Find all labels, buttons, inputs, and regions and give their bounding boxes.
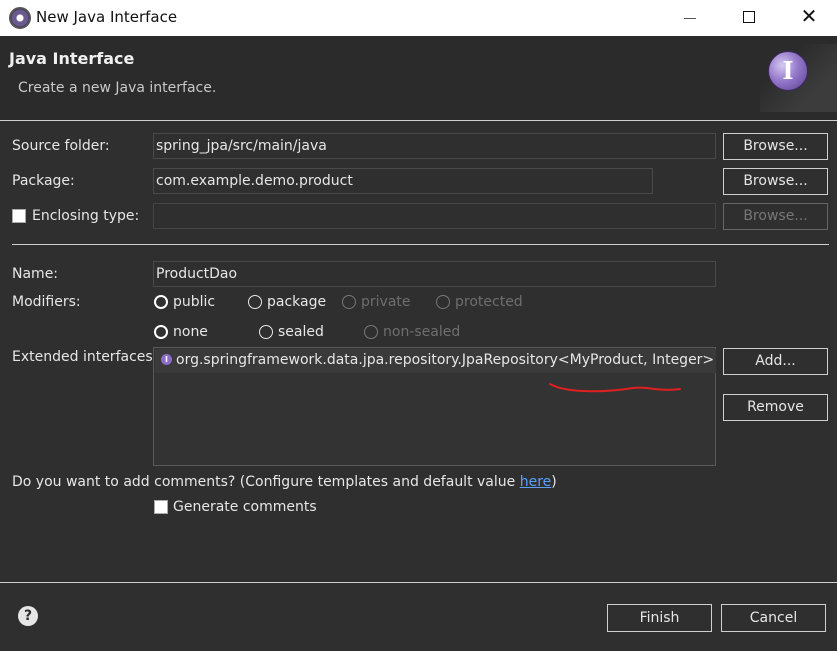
modifier-private-radio[interactable]	[342, 295, 356, 309]
comments-question-suffix: )	[551, 474, 557, 490]
window-titlebar: New Java Interface ✕	[0, 0, 837, 36]
interface-qualified-name: org.springframework.data.jpa.repository.…	[176, 352, 558, 368]
modifier-protected-label: protected	[455, 294, 523, 310]
generate-comments-checkbox[interactable]	[154, 500, 168, 514]
finish-label: Finish	[639, 610, 680, 626]
cancel-label: Cancel	[749, 610, 798, 626]
sealing-none-radio[interactable]	[154, 325, 168, 339]
add-interface-button[interactable]: Add...	[723, 348, 828, 375]
source-folder-browse-button[interactable]: Browse...	[723, 133, 828, 160]
modifier-public-radio[interactable]	[154, 295, 168, 309]
comments-question: Do you want to add comments? (Configure …	[12, 474, 557, 490]
extended-interface-text: org.springframework.data.jpa.repository.…	[176, 352, 714, 368]
list-item[interactable]: I org.springframework.data.jpa.repositor…	[155, 349, 716, 373]
sealing-non-sealed-radio[interactable]	[364, 325, 378, 339]
close-button[interactable]: ✕	[792, 4, 826, 28]
modifier-private-label: private	[361, 294, 411, 310]
sealing-sealed-radio[interactable]	[259, 325, 273, 339]
extended-interfaces-label: Extended interfaces:	[12, 349, 158, 365]
cancel-button[interactable]: Cancel	[721, 604, 826, 632]
modifier-package-label: package	[267, 294, 327, 310]
modifier-protected-radio[interactable]	[436, 295, 450, 309]
configure-templates-link[interactable]: here	[520, 474, 552, 490]
maximize-button[interactable]	[733, 6, 767, 30]
browse-label: Browse...	[743, 138, 808, 154]
sealing-none-label: none	[173, 324, 208, 340]
modifier-package-radio[interactable]	[248, 295, 262, 309]
enclosing-type-label: Enclosing type:	[32, 208, 140, 224]
red-underline-annotation	[549, 383, 681, 393]
sealing-sealed-label: sealed	[278, 324, 324, 340]
modifiers-label: Modifiers:	[12, 294, 81, 310]
help-icon[interactable]: ?	[18, 606, 38, 626]
page-title: Java Interface	[9, 49, 135, 68]
add-label: Add...	[755, 353, 796, 369]
remove-label: Remove	[747, 399, 804, 415]
enclosing-type-input[interactable]	[153, 203, 716, 229]
generate-comments-label: Generate comments	[173, 499, 317, 515]
enclosing-type-checkbox[interactable]	[12, 209, 26, 223]
interface-wizard-icon: I	[768, 51, 808, 91]
window-title: New Java Interface	[36, 8, 178, 26]
interface-icon: I	[161, 354, 172, 365]
form-separator	[12, 244, 829, 245]
source-folder-input[interactable]: spring_jpa/src/main/java	[153, 133, 716, 159]
wizard-header: Java Interface Create a new Java interfa…	[0, 36, 837, 120]
package-label: Package:	[12, 173, 75, 189]
minimize-button[interactable]	[672, 6, 706, 30]
finish-button[interactable]: Finish	[607, 604, 712, 632]
remove-interface-button[interactable]: Remove	[723, 394, 828, 421]
eclipse-icon	[9, 7, 31, 29]
header-separator	[0, 120, 837, 121]
page-subtitle: Create a new Java interface.	[18, 80, 217, 96]
close-icon: ✕	[800, 4, 818, 28]
comments-question-text: Do you want to add comments? (Configure …	[12, 474, 520, 490]
name-label: Name:	[12, 266, 59, 282]
modifier-public-label: public	[173, 294, 216, 310]
browse-label: Browse...	[743, 173, 808, 189]
footer-separator	[0, 582, 837, 583]
package-browse-button[interactable]: Browse...	[723, 168, 828, 195]
name-input[interactable]: ProductDao	[153, 261, 716, 287]
extended-interfaces-list[interactable]: I org.springframework.data.jpa.repositor…	[153, 347, 716, 466]
package-input[interactable]: com.example.demo.product	[153, 168, 653, 194]
enclosing-type-browse-button[interactable]: Browse...	[723, 203, 828, 230]
interface-type-arguments: <MyProduct, Integer>	[557, 352, 715, 368]
minimize-icon	[684, 18, 696, 19]
browse-label: Browse...	[743, 208, 808, 224]
maximize-icon	[743, 11, 755, 23]
source-folder-label: Source folder:	[12, 138, 110, 154]
sealing-non-sealed-label: non-sealed	[383, 324, 461, 340]
